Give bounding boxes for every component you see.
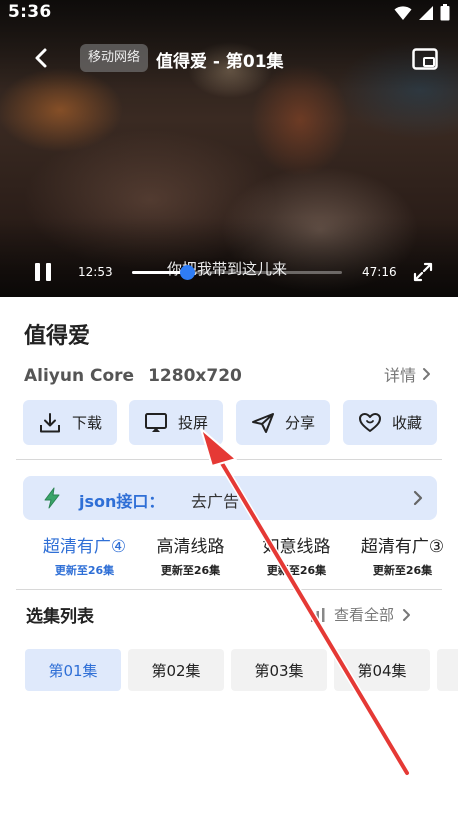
player-top-bar: 移动网络 值得爱 - 第01集 [0, 40, 458, 76]
json-source-label: json接口： [79, 492, 165, 511]
status-bar: 5:36 [0, 0, 458, 26]
divider [16, 589, 442, 590]
favorite-label: 收藏 [391, 414, 422, 432]
cast-button[interactable]: 投屏 [129, 400, 223, 445]
line-name: 超清有广④ [42, 537, 127, 557]
episode-button-partial[interactable] [437, 649, 458, 691]
player-bottom-bar: 12:53 你把我带到这儿来 47:16 [0, 258, 458, 288]
view-all-link[interactable]: 查看全部 [310, 604, 411, 625]
action-bar: 下载 投屏 分享 收藏 [23, 400, 437, 445]
line-item[interactable]: 高清线路 更新至26集 [138, 532, 243, 578]
pause-icon[interactable] [33, 261, 53, 283]
chevron-right-icon [403, 608, 411, 621]
share-button[interactable]: 分享 [236, 400, 330, 445]
battery-icon [440, 4, 450, 21]
chevron-right-icon [413, 490, 423, 506]
line-item[interactable]: 超清有广③ 更新至26集 [350, 532, 455, 578]
details-link[interactable]: 详情 [384, 362, 431, 386]
json-source-selector[interactable]: json接口： 去广告 [23, 476, 437, 520]
fullscreen-icon[interactable] [413, 262, 433, 282]
episodes-title: 选集列表 [26, 607, 94, 627]
current-time: 12:53 [78, 265, 113, 279]
line-update-status: 更新至26集 [160, 564, 221, 577]
picture-in-picture-icon[interactable] [412, 48, 438, 70]
video-title: 值得爱 - 第01集 [156, 52, 284, 72]
line-name: 高清线路 [156, 537, 225, 557]
episode-button[interactable]: 第04集 [334, 649, 430, 691]
show-title: 值得爱 [24, 324, 91, 349]
core-label: Aliyun Core [24, 366, 135, 386]
share-icon [251, 412, 274, 433]
details-label: 详情 [384, 366, 417, 385]
line-item[interactable]: 如意线路 更新至26集 [244, 532, 349, 578]
wifi-icon [394, 5, 412, 20]
cellular-icon [419, 5, 433, 20]
download-button[interactable]: 下载 [23, 400, 117, 445]
back-arrow-icon[interactable] [30, 46, 54, 70]
heart-icon [358, 412, 381, 432]
share-label: 分享 [284, 414, 315, 432]
cast-icon [144, 412, 167, 432]
download-label: 下载 [71, 414, 102, 432]
sort-bars-icon [311, 607, 325, 622]
line-name: 如意线路 [262, 537, 331, 557]
progress-thumb[interactable] [179, 265, 195, 280]
line-update-status: 更新至26集 [54, 564, 115, 577]
progress-fill [132, 271, 187, 274]
status-icons [394, 4, 450, 21]
download-icon [39, 412, 60, 432]
status-time: 5:36 [8, 2, 52, 22]
show-meta: Aliyun Core 1280x720 [24, 366, 242, 386]
resolution-label: 1280x720 [148, 366, 242, 386]
line-item[interactable]: 超清有广④ 更新至26集 [32, 532, 137, 578]
chevron-right-icon [423, 368, 431, 380]
episode-button[interactable]: 第02集 [128, 649, 224, 691]
total-time: 47:16 [362, 265, 397, 279]
episode-list: 第01集 第02集 第03集 第04集 [25, 649, 458, 691]
episode-button[interactable]: 第01集 [25, 649, 121, 691]
line-update-status: 更新至26集 [266, 564, 327, 577]
progress-bar[interactable] [132, 265, 342, 280]
video-player[interactable]: 5:36 移动网络 值得爱 - 第01集 12:53 你把我带到这儿来 47:1… [0, 0, 458, 297]
divider [16, 459, 442, 460]
network-badge: 移动网络 [80, 44, 149, 72]
view-all-label: 查看全部 [334, 606, 395, 624]
line-name: 超清有广③ [360, 537, 445, 557]
episode-button[interactable]: 第03集 [231, 649, 327, 691]
lightning-icon [44, 487, 60, 509]
favorite-button[interactable]: 收藏 [343, 400, 437, 445]
line-selector: 超清有广④ 更新至26集 高清线路 更新至26集 如意线路 更新至26集 超清有… [0, 532, 458, 580]
line-update-status: 更新至26集 [372, 564, 433, 577]
json-source-value: 去广告 [191, 492, 240, 511]
cast-label: 投屏 [177, 414, 208, 432]
